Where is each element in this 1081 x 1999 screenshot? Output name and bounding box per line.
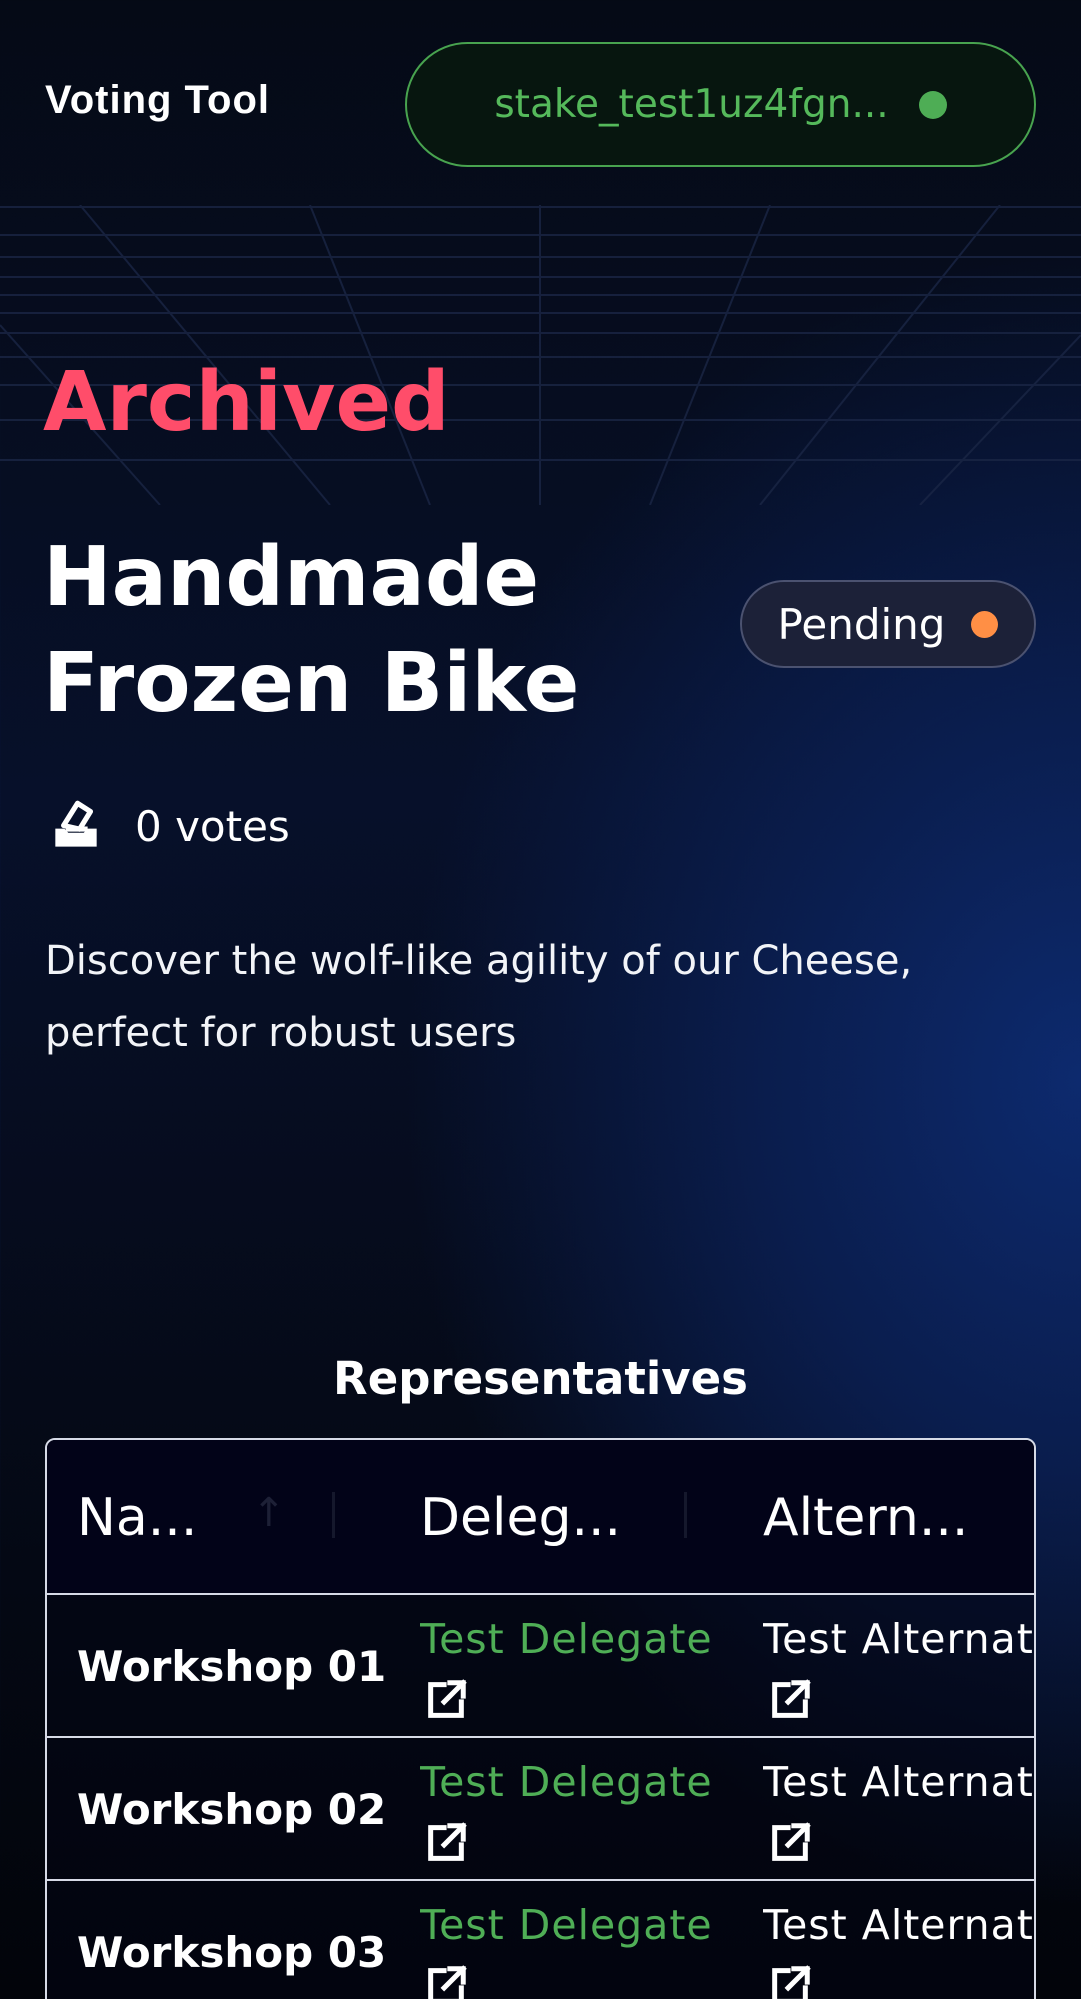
archived-label: Archived [43,355,450,450]
top-bar: Voting Tool stake_test1uz4fgn... [0,0,1081,205]
proposal-description: Discover the wolf-like agility of our Ch… [45,938,913,1056]
column-resize-handle[interactable] [332,1492,335,1538]
workshop-name: Workshop 01 [77,1642,387,1691]
app-title[interactable]: Voting Tool [45,78,270,123]
alternate-link[interactable]: Test Alternat [763,1758,1034,1806]
delegate-link[interactable]: Test Delegate ( [420,1758,728,1806]
table-row: Workshop 02 Test Delegate ( Test Alterna… [47,1738,1034,1881]
table-row: Workshop 03 Test Delegate ( Test Alterna… [47,1881,1034,1999]
external-link-icon[interactable] [423,1677,469,1723]
wallet-address: stake_test1uz4fgn... [494,82,889,127]
column-header-alternate[interactable]: Altern... [763,1440,1003,1595]
external-link-icon[interactable] [423,1820,469,1866]
proposal-title: Handmade Frozen Bike [43,530,580,731]
wallet-connected-indicator [918,90,947,119]
status-label: Pending [777,599,946,649]
representatives-heading: Representatives [333,1352,748,1405]
votes-text: 0 votes [135,801,290,851]
table-row: Workshop 01 Test Delegate ( Test Alterna… [47,1595,1034,1738]
delegate-link[interactable]: Test Delegate ( [420,1615,728,1663]
alternate-link[interactable]: Test Alternat [763,1901,1034,1949]
column-header-name[interactable]: Na... [77,1440,237,1595]
table-header: Na... ↑ Deleg... Altern... [47,1440,1034,1595]
external-link-icon[interactable] [767,1963,813,1999]
external-link-icon[interactable] [767,1820,813,1866]
alternate-link[interactable]: Test Alternat [763,1615,1034,1663]
representatives-table: Na... ↑ Deleg... Altern... Workshop 01 T… [45,1438,1036,1999]
status-badge: Pending [740,580,1036,668]
external-link-icon[interactable] [423,1963,469,1999]
vote-count: 0 votes [45,795,290,857]
delegate-link[interactable]: Test Delegate ( [420,1901,728,1949]
ballot-box-icon [55,800,97,847]
wallet-button[interactable]: stake_test1uz4fgn... [405,42,1036,167]
page: Voting Tool stake_test1uz4fgn... Archive… [0,0,1081,1999]
sort-arrow-icon[interactable]: ↑ [252,1490,286,1536]
column-resize-handle[interactable] [684,1492,687,1538]
workshop-name: Workshop 03 [77,1928,387,1977]
external-link-icon[interactable] [767,1677,813,1723]
workshop-name: Workshop 02 [77,1785,387,1834]
column-header-delegate[interactable]: Deleg... [420,1440,640,1595]
status-dot [971,610,999,638]
